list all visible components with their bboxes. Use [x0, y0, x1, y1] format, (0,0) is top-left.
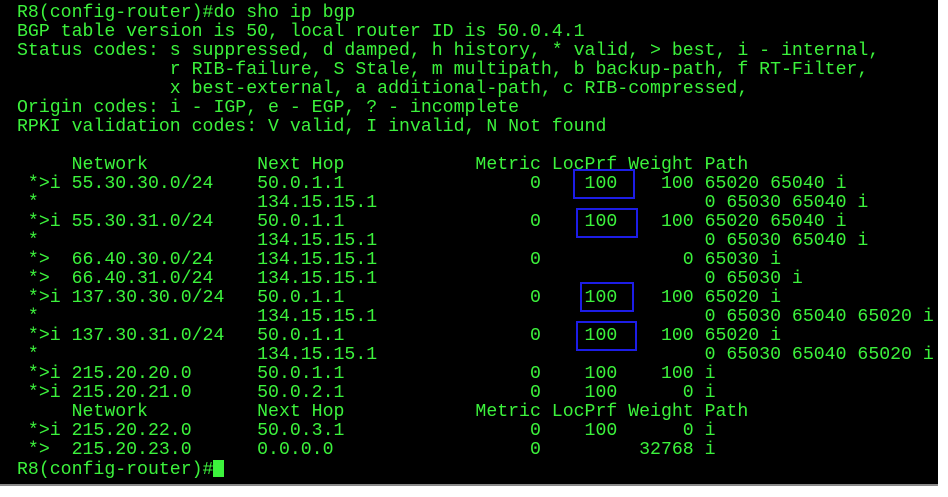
bgp-table-version-line: BGP table version is 50, local router ID… [17, 22, 585, 42]
table-row: *>i 55.30.31.0/24 50.0.1.1 0 100 100 650… [17, 212, 847, 232]
table-row: *>i 55.30.30.0/24 50.0.1.1 0 100 100 650… [17, 174, 847, 194]
table-row: *> 66.40.31.0/24 134.15.15.1 0 65030 i [17, 269, 803, 289]
table-row: *> 215.20.23.0 0.0.0.0 0 32768 i [17, 440, 716, 460]
table-row: *>i 215.20.21.0 50.0.2.1 0 100 0 i [17, 383, 716, 403]
command-line: R8(config-router)#do sho ip bgp [17, 3, 356, 23]
table-row: * 134.15.15.1 0 65030 65040 i [17, 193, 869, 213]
table-row: *>i 137.30.31.0/24 50.0.1.1 0 100 100 65… [17, 326, 781, 346]
origin-codes-line: Origin codes: i - IGP, e - EGP, ? - inco… [17, 98, 520, 118]
table-header-repeat: Network Next Hop Metric LocPrf Weight Pa… [17, 402, 749, 422]
table-row: * 134.15.15.1 0 65030 65040 65020 i [17, 307, 934, 327]
prompt-text: R8(config-router)# [17, 460, 214, 480]
terminal-output: R8(config-router)#do sho ip bgp BGP table… [17, 3, 934, 480]
table-row: *> 66.40.30.0/24 134.15.15.1 0 0 65030 i [17, 250, 781, 270]
prompt-line[interactable]: R8(config-router)# [17, 460, 934, 480]
table-row: *>i 215.20.22.0 50.0.3.1 0 100 0 i [17, 421, 716, 441]
table-row: * 134.15.15.1 0 65030 65040 i [17, 231, 869, 251]
cursor-block [213, 460, 225, 477]
status-codes-line: Status codes: s suppressed, d damped, h … [17, 41, 880, 61]
table-header: Network Next Hop Metric LocPrf Weight Pa… [17, 155, 749, 175]
status-codes-line-3: x best-external, a additional-path, c RI… [17, 79, 749, 99]
rpki-codes-line: RPKI validation codes: V valid, I invali… [17, 117, 607, 137]
terminal-window[interactable]: R8(config-router)#do sho ip bgp BGP table… [0, 0, 938, 486]
table-row: * 134.15.15.1 0 65030 65040 65020 i [17, 345, 934, 365]
table-row: *>i 215.20.20.0 50.0.1.1 0 100 100 i [17, 364, 716, 384]
status-codes-line-2: r RIB-failure, S Stale, m multipath, b b… [17, 60, 869, 80]
table-row: *>i 137.30.30.0/24 50.0.1.1 0 100 100 65… [17, 288, 781, 308]
